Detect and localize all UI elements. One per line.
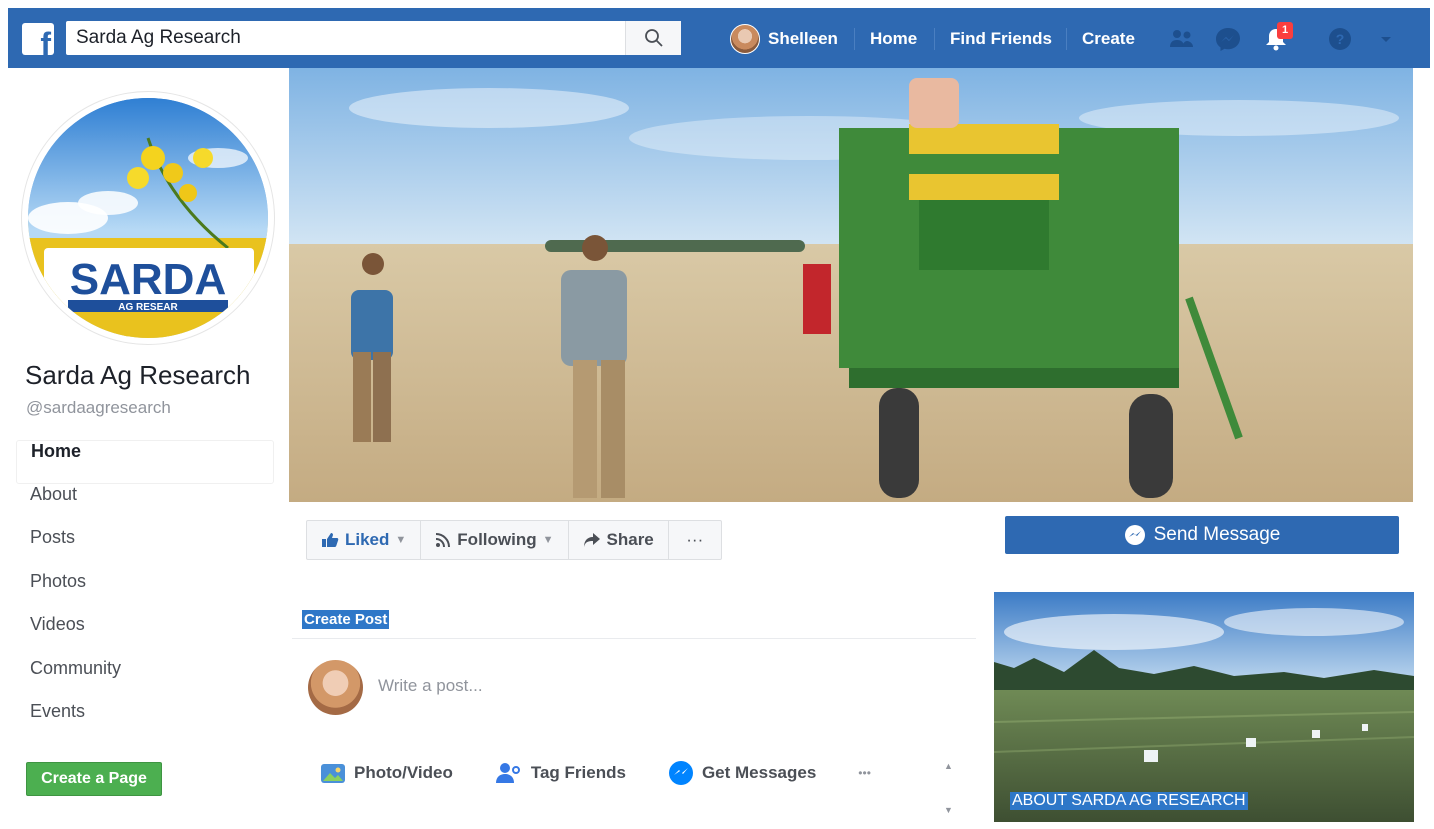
page-sidebar-nav: Home About Posts Photos Videos Community… — [16, 440, 274, 745]
send-message-label: Send Message — [1153, 524, 1281, 545]
photo-video-label: Photo/Video — [354, 763, 453, 782]
liked-label: Liked — [345, 530, 390, 549]
friend-requests-icon[interactable] — [1168, 26, 1196, 52]
page-handle[interactable]: @sardaagresearch — [26, 398, 171, 418]
profile-picture-image: SARDA AG RESEAR — [28, 98, 268, 338]
top-navigation-bar: f Shelleen Home Find Friends Create 1 ? — [8, 8, 1430, 68]
more-actions-button[interactable]: ··· — [669, 521, 721, 559]
search-button[interactable] — [625, 21, 681, 55]
page-profile-picture[interactable]: SARDA AG RESEAR — [22, 92, 274, 344]
composer-user-avatar — [308, 660, 363, 715]
create-link[interactable]: Create — [1082, 24, 1135, 54]
facebook-logo-letter: f — [40, 26, 51, 55]
liked-caret-icon: ▼ — [395, 534, 407, 546]
following-label: Following — [457, 530, 537, 549]
create-post-tab[interactable]: Create Post — [302, 610, 390, 629]
search-icon — [645, 29, 663, 47]
composer-scroll-arrows[interactable]: ▲ ▼ — [944, 744, 953, 829]
notification-count-badge: 1 — [1277, 22, 1293, 39]
about-page-label[interactable]: ABOUT SARDA AG RESEARCH — [1010, 792, 1248, 810]
tag-friends-label: Tag Friends — [530, 763, 626, 782]
svg-text:?: ? — [1336, 31, 1345, 47]
cover-photo-image — [289, 68, 1413, 502]
nav-divider — [854, 28, 855, 50]
sidebar-item-photos[interactable]: Photos — [16, 571, 274, 615]
share-label: Share — [606, 530, 654, 549]
liked-button[interactable]: Liked ▼ — [307, 521, 422, 559]
messenger-icon — [1124, 525, 1145, 545]
search-input[interactable] — [66, 21, 626, 55]
notifications-icon[interactable]: 1 — [1262, 22, 1293, 52]
tag-friends-button[interactable]: Tag Friends — [495, 761, 626, 785]
home-link[interactable]: Home — [870, 24, 917, 54]
page-logo-text: SARDA — [70, 255, 226, 304]
facebook-logo-icon[interactable]: f — [22, 23, 54, 55]
page-name[interactable]: Sarda Ag Research — [25, 360, 250, 391]
profile-name-link[interactable]: Shelleen — [768, 24, 838, 54]
sidebar-item-home[interactable]: Home — [16, 440, 274, 484]
get-messages-button[interactable]: Get Messages — [668, 760, 816, 786]
create-page-button[interactable]: Create a Page — [26, 762, 162, 796]
search-box — [66, 21, 681, 55]
find-friends-link[interactable]: Find Friends — [950, 24, 1052, 54]
about-card-image — [994, 592, 1414, 822]
rss-icon — [436, 533, 451, 548]
following-button[interactable]: Following ▼ — [421, 521, 569, 559]
page-action-bar: Liked ▼ Following ▼ Share ··· — [306, 520, 722, 560]
sidebar-item-about[interactable]: About — [16, 484, 274, 528]
share-button[interactable]: Share — [569, 521, 669, 559]
sidebar-item-community[interactable]: Community — [16, 658, 274, 702]
like-thumb-icon — [322, 533, 339, 547]
messenger-icon[interactable] — [1214, 26, 1242, 52]
write-post-input[interactable]: Write a post... — [378, 676, 483, 696]
sidebar-item-posts[interactable]: Posts — [16, 527, 274, 571]
cover-photo[interactable] — [289, 68, 1413, 502]
get-messages-label: Get Messages — [701, 763, 817, 782]
photo-icon — [321, 764, 345, 783]
share-arrow-icon — [583, 533, 600, 547]
help-icon[interactable]: ? — [1326, 26, 1354, 52]
following-caret-icon: ▼ — [542, 534, 554, 546]
send-message-button[interactable]: Send Message — [1005, 516, 1399, 554]
messenger-icon — [668, 761, 693, 785]
sidebar-item-events[interactable]: Events — [16, 701, 274, 745]
nav-divider — [934, 28, 935, 50]
sidebar-item-videos[interactable]: Videos — [16, 614, 274, 658]
post-composer: Create Post Write a post... Photo/Video … — [292, 594, 976, 815]
nav-divider — [1066, 28, 1067, 50]
page-logo-subtext: AG RESEAR — [118, 302, 178, 313]
user-avatar — [730, 24, 760, 54]
caret-down-icon[interactable] — [1378, 26, 1394, 52]
composer-divider — [292, 638, 976, 639]
photo-video-button[interactable]: Photo/Video — [320, 761, 453, 785]
tag-friends-icon — [495, 763, 520, 783]
about-card[interactable]: ABOUT SARDA AG RESEARCH — [994, 592, 1414, 822]
composer-options: Photo/Video Tag Friends Get Messages ••• — [320, 760, 913, 786]
profile-link[interactable] — [730, 24, 760, 54]
composer-more-button[interactable]: ••• — [858, 766, 871, 780]
